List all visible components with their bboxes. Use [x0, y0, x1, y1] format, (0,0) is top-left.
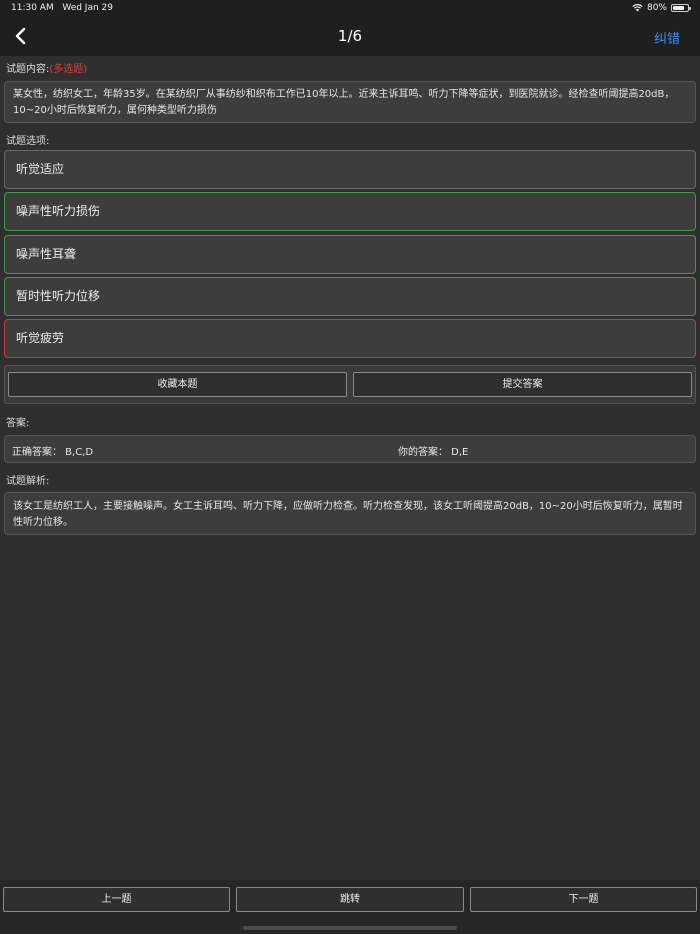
home-indicator[interactable]: [243, 926, 457, 930]
battery-icon: [671, 4, 691, 12]
option-label: 噪声性听力损伤: [16, 204, 101, 218]
analysis-label: 试题解析:: [6, 476, 50, 487]
question-text-card: 某女性，纺织女工，年龄35岁。在某纺织厂从事纺纱和织布工作已10年以上。近来主诉…: [4, 81, 696, 123]
question-text: 某女性，纺织女工，年龄35岁。在某纺织厂从事纺纱和织布工作已10年以上。近来主诉…: [13, 89, 675, 116]
option-a[interactable]: 听觉适应: [4, 150, 696, 189]
analysis-card: 该女工是纺织工人，主要接触噪声。女工主诉耳鸣、听力下降，应做听力检查。听力检查发…: [4, 492, 696, 535]
question-label-row: 试题内容:(多选题): [6, 60, 87, 75]
nav-bar: 1/6 纠错: [0, 16, 700, 56]
option-label: 暂时性听力位移: [16, 289, 101, 303]
question-type-tag: (多选题): [49, 64, 88, 75]
next-question-button[interactable]: 下一题: [470, 887, 697, 912]
analysis-text: 该女工是纺织工人，主要接触噪声。女工主诉耳鸣、听力下降，应做听力检查。听力检查发…: [13, 501, 683, 528]
correct-answer: 正确答案： B,C,D: [12, 447, 94, 458]
option-c[interactable]: 噪声性耳聋: [4, 235, 696, 274]
battery-fill: [673, 6, 685, 10]
status-datetime: 11:30 AM Wed Jan 29: [11, 3, 113, 13]
battery-percent: 80%: [646, 3, 667, 13]
status-time: 11:30 AM: [11, 3, 54, 13]
answer-label: 答案:: [6, 418, 30, 429]
action-button-group: 收藏本题 提交答案: [4, 365, 696, 404]
question-label: 试题内容:: [6, 64, 50, 75]
option-label: 听觉疲劳: [16, 331, 65, 345]
your-answer: 你的答案： D,E: [398, 447, 469, 458]
status-indicators: 80%: [632, 3, 691, 13]
favorite-button[interactable]: 收藏本题: [8, 372, 347, 397]
option-label: 噪声性耳聋: [16, 247, 77, 261]
option-d[interactable]: 暂时性听力位移: [4, 277, 696, 316]
option-e[interactable]: 听觉疲劳: [4, 319, 696, 358]
options-label: 试题选项:: [6, 136, 50, 147]
answer-card: 正确答案： B,C,D 你的答案： D,E: [4, 435, 696, 463]
submit-answer-button[interactable]: 提交答案: [353, 372, 692, 397]
status-bar: 11:30 AM Wed Jan 29 80%: [0, 0, 700, 16]
wifi-icon: [632, 4, 643, 12]
page-counter: 1/6: [337, 27, 363, 45]
option-b[interactable]: 噪声性听力损伤: [4, 192, 696, 231]
status-date: Wed Jan 29: [62, 3, 113, 13]
report-error-button[interactable]: 纠错: [654, 28, 680, 47]
jump-button[interactable]: 跳转: [236, 887, 464, 912]
option-label: 听觉适应: [16, 162, 65, 176]
previous-question-button[interactable]: 上一题: [3, 887, 230, 912]
